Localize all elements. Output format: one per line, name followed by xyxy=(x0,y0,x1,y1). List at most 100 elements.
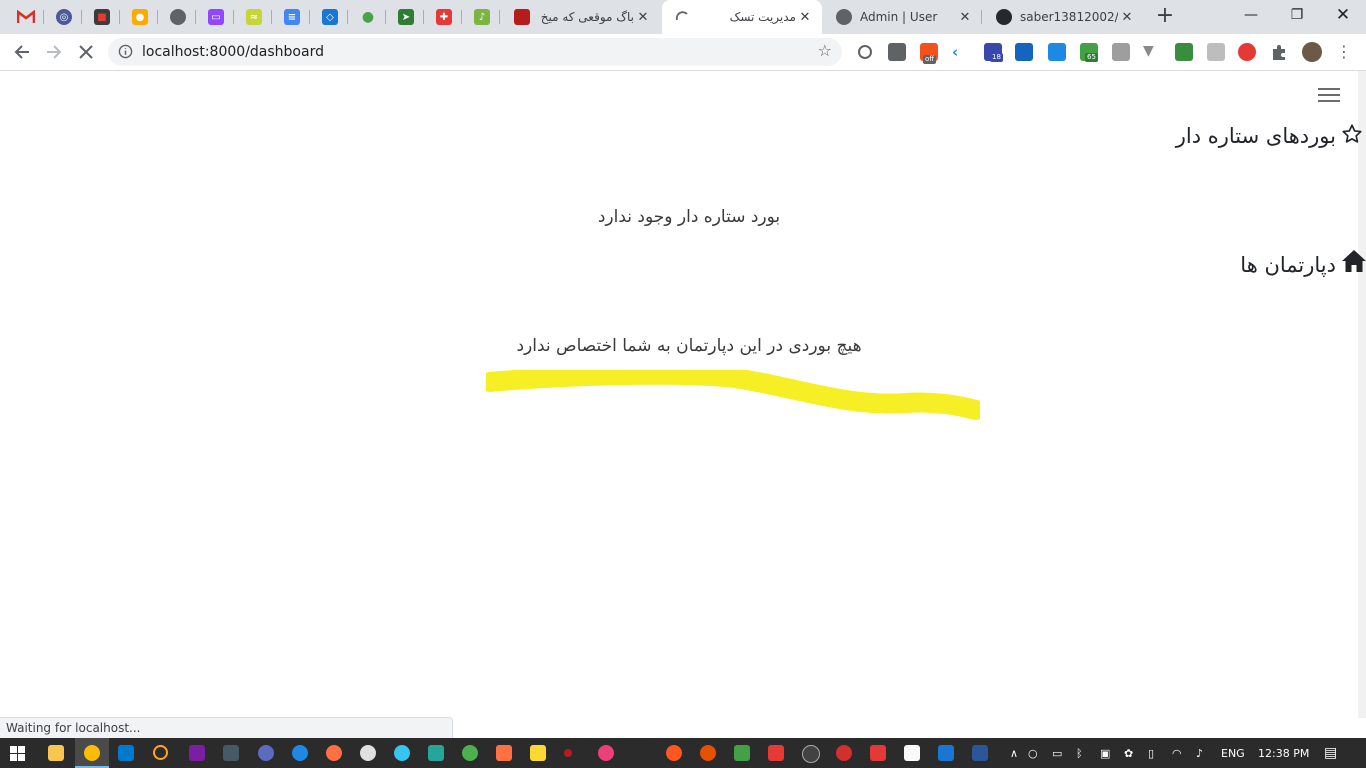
extension-badge: off xyxy=(923,55,937,64)
extension-icon[interactable] xyxy=(1238,43,1256,61)
windows-start-icon[interactable] xyxy=(10,746,25,761)
firefox-icon[interactable] xyxy=(326,745,342,761)
slack-icon[interactable] xyxy=(394,745,410,761)
obs-icon[interactable] xyxy=(802,745,820,763)
battery-icon[interactable]: ▭ xyxy=(1052,738,1062,768)
cortana-icon[interactable]: ○ xyxy=(1028,738,1038,768)
app-icon[interactable] xyxy=(938,745,954,761)
wifi-icon[interactable]: ◠ xyxy=(1172,738,1182,768)
extension-icon[interactable]: off xyxy=(920,43,938,64)
extension-icon[interactable] xyxy=(1048,43,1066,61)
app-icon[interactable] xyxy=(870,745,886,761)
pinned-tab-music[interactable]: ♪ xyxy=(464,6,500,28)
app-icon[interactable] xyxy=(666,745,682,761)
departments-empty-message: هیچ بوردی در این دپارتمان به شما اختصاص … xyxy=(516,336,862,356)
puzzle-icon[interactable] xyxy=(1270,43,1288,61)
minimize-button[interactable]: — xyxy=(1228,0,1274,30)
phpstorm-icon[interactable] xyxy=(223,745,239,761)
pinned-tab-app[interactable]: ◇ xyxy=(312,6,348,28)
pinned-tab-app[interactable]: ≈ xyxy=(236,6,272,28)
maximize-button[interactable]: ❐ xyxy=(1274,0,1320,30)
bookmark-star-icon[interactable]: ☆ xyxy=(818,41,832,60)
xampp-icon[interactable] xyxy=(496,745,512,761)
app-icon[interactable] xyxy=(462,745,478,761)
menu-kebab-icon[interactable]: ⋮ xyxy=(1336,42,1352,61)
clock[interactable]: 12:38 PM xyxy=(1258,738,1309,768)
close-icon[interactable]: ✕ xyxy=(796,8,814,26)
document-icon[interactable] xyxy=(904,745,920,761)
app-icon[interactable] xyxy=(768,745,784,761)
globe-icon xyxy=(836,9,852,25)
pinned-tab-app[interactable]: ➤ xyxy=(388,6,424,28)
search-icon[interactable] xyxy=(153,745,168,760)
file-explorer-icon[interactable] xyxy=(48,745,64,761)
pinned-tab-globe[interactable] xyxy=(160,6,196,28)
app-icon[interactable] xyxy=(258,745,274,761)
forward-button[interactable] xyxy=(40,38,68,66)
opera-icon[interactable] xyxy=(836,745,852,761)
chrome-icon[interactable] xyxy=(84,745,100,761)
notifications-icon[interactable]: ▤ xyxy=(1324,738,1337,768)
extension-icon[interactable]: 18 xyxy=(984,43,1003,62)
app-icon[interactable] xyxy=(564,749,572,757)
pinned-tab-gmail[interactable] xyxy=(8,6,44,28)
extension-icon[interactable] xyxy=(1175,43,1193,61)
extension-icon[interactable] xyxy=(888,43,906,61)
close-icon[interactable]: ✕ xyxy=(634,8,652,26)
app-icon[interactable] xyxy=(428,745,444,761)
volume-icon[interactable]: ♪ xyxy=(1196,738,1203,768)
pinned-tab-app[interactable]: ■ xyxy=(84,6,120,28)
app-tray-icon[interactable]: ✿ xyxy=(1124,738,1133,768)
back-button[interactable] xyxy=(8,38,36,66)
app-icon: ◎ xyxy=(56,9,72,25)
app-icon[interactable] xyxy=(530,745,546,761)
status-bubble: Waiting for localhost... xyxy=(0,717,453,738)
app-icon[interactable] xyxy=(360,745,376,761)
extension-icon[interactable] xyxy=(1112,43,1130,61)
pinned-tab-docs[interactable]: ≡ xyxy=(274,6,310,28)
star-outline-icon xyxy=(1342,124,1362,143)
navbar-toggle-button[interactable] xyxy=(1318,88,1340,104)
tray-chevron-icon[interactable]: ∧ xyxy=(1004,738,1024,768)
vscode-icon[interactable] xyxy=(118,745,134,761)
pinned-tab-keep[interactable]: ● xyxy=(122,6,158,28)
usb-icon[interactable]: ▯ xyxy=(1148,738,1154,768)
address-bar[interactable]: localhost:8000/dashboard ☆ xyxy=(108,38,842,66)
close-icon[interactable]: ✕ xyxy=(1118,8,1136,26)
extension-icon[interactable]: ‹ xyxy=(952,43,970,61)
close-icon xyxy=(79,45,93,59)
new-tab-button[interactable]: + xyxy=(1152,5,1178,29)
extension-icon[interactable] xyxy=(1207,43,1225,61)
tab-github[interactable]: saber13812002/tr ✕ xyxy=(984,0,1144,34)
close-window-button[interactable]: ✕ xyxy=(1320,0,1366,30)
extension-icon[interactable] xyxy=(856,43,874,61)
display-icon[interactable]: ▣ xyxy=(1100,738,1110,768)
music-icon: ♪ xyxy=(474,9,490,25)
pinned-tab-app[interactable]: ✚ xyxy=(426,6,462,28)
maps-icon[interactable] xyxy=(292,745,308,761)
pinned-tab-twitch[interactable]: ▭ xyxy=(198,6,234,28)
extension-icon[interactable] xyxy=(1015,43,1033,61)
language-indicator[interactable]: ENG xyxy=(1221,738,1245,768)
tab-admin-user[interactable]: Admin | User ✕ xyxy=(824,0,982,34)
github-icon xyxy=(996,9,1012,25)
extension-icon[interactable]: 65 xyxy=(1080,43,1098,62)
docs-icon: ≡ xyxy=(284,9,300,25)
tab-bug[interactable]: باگ موقعی که میخ ✕ xyxy=(502,0,660,34)
tab-title: باگ موقعی که میخ xyxy=(540,10,634,24)
scrollbar[interactable] xyxy=(1358,71,1366,718)
stop-loading-button[interactable] xyxy=(72,38,100,66)
ubuntu-icon[interactable] xyxy=(700,745,716,761)
pinned-tab-mongodb[interactable]: ● xyxy=(350,6,386,28)
app-icon[interactable] xyxy=(734,745,750,761)
profile-avatar[interactable] xyxy=(1302,42,1322,62)
extension-icon[interactable]: ▼ xyxy=(1143,43,1161,61)
close-icon[interactable]: ✕ xyxy=(956,8,974,26)
word-icon[interactable] xyxy=(972,745,988,761)
app-icon[interactable] xyxy=(598,745,614,761)
pinned-tab-app[interactable]: ◎ xyxy=(46,6,82,28)
arrow-right-icon xyxy=(47,45,62,59)
bluetooth-icon[interactable]: ᛒ xyxy=(1076,738,1083,768)
tab-task-management[interactable]: مدیریت تسک ✕ xyxy=(662,0,822,34)
ide-icon[interactable] xyxy=(189,745,205,761)
